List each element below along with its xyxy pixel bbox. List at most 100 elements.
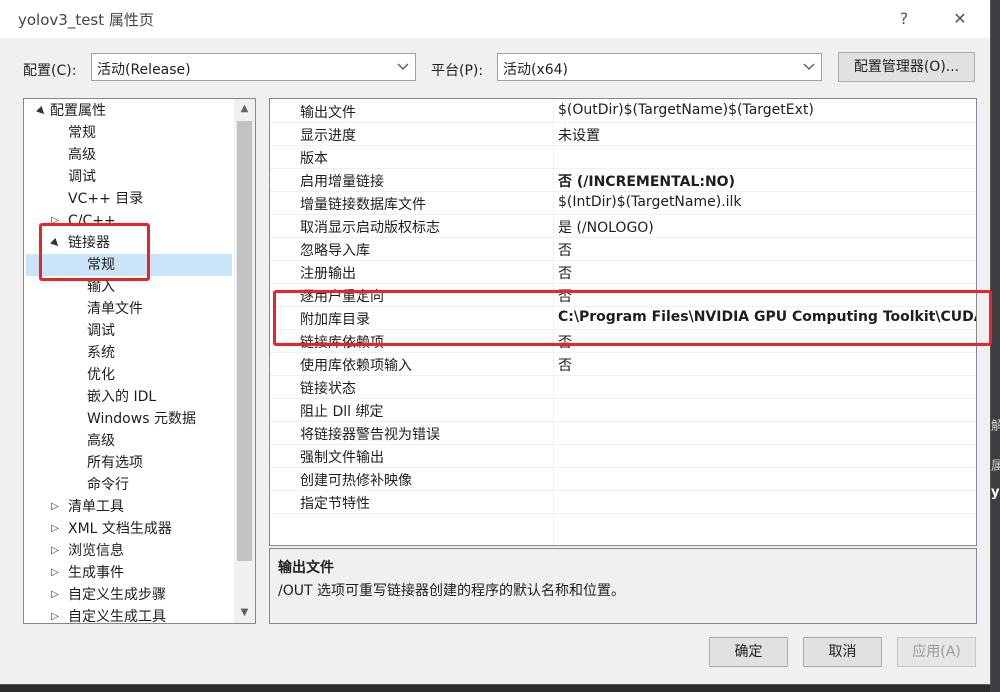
cancel-button[interactable]: 取消 [803, 637, 882, 667]
config-label: 配置(C): [23, 63, 77, 79]
tree-item-label: VC++ 目录 [68, 191, 144, 207]
property-row[interactable]: 创建可热修补映像 [270, 467, 976, 491]
property-name: 使用库依赖项输入 [300, 358, 412, 374]
property-name: 创建可热修补映像 [300, 473, 412, 489]
tree-item-label: 高级 [87, 433, 115, 449]
collapse-arrow-icon[interactable]: ▲ [42, 230, 67, 255]
expand-arrow-icon[interactable]: ▷ [48, 562, 62, 584]
expand-arrow-icon[interactable]: ▷ [48, 584, 62, 606]
tree-item-label: 高级 [68, 147, 96, 163]
property-tree: ▲ 配置属性 常规 高级 调试 VC++ 目录 ▷ C/C++ ▲ 链接器 常规 输入 清单文件 调试 系统… [23, 98, 256, 624]
property-row[interactable]: 强制文件输出 [270, 444, 976, 468]
property-grid: 输出文件 $(OutDir)$(TargetName)$(TargetExt) 显示… [269, 98, 977, 546]
tree-item-label: XML 文档生成器 [68, 521, 172, 537]
tree-item-label: 生成事件 [68, 565, 124, 581]
config-manager-button[interactable]: 配置管理器(O)... [838, 52, 975, 82]
property-row[interactable]: 注册输出 否 [270, 260, 976, 284]
platform-select[interactable]: 活动(x64) [497, 53, 822, 81]
property-row[interactable]: 使用库依赖项输入 否 [270, 352, 976, 376]
tree-item-label: 自定义生成工具 [68, 609, 166, 624]
description-text: /OUT 选项可重写链接器创建的程序的默认名称和位置。 [278, 583, 625, 599]
chevron-down-icon [397, 56, 409, 81]
property-name: 链接状态 [300, 381, 356, 397]
config-value: 活动(Release) [97, 62, 191, 78]
background-ide-text: 属 [991, 459, 1000, 474]
scroll-thumb[interactable] [237, 121, 252, 561]
tree-item-label: 系统 [87, 345, 115, 361]
tree-item-label: 调试 [87, 323, 115, 339]
property-name: 版本 [300, 151, 328, 167]
property-row[interactable]: 显示进度 未设置 [270, 122, 976, 146]
property-row[interactable]: 取消显示启动版权标志 是 (/NOLOGO) [270, 214, 976, 238]
platform-value: 活动(x64) [503, 62, 569, 78]
tree-item-label: 命令行 [87, 477, 129, 493]
chevron-down-icon [803, 56, 815, 81]
tree-item[interactable]: 常规 [26, 254, 232, 276]
property-value[interactable]: C:\Program Files\NVIDIA GPU Computing To… [558, 309, 976, 325]
property-value[interactable]: 否 [558, 240, 572, 260]
tree-item-label: 所有选项 [87, 455, 143, 471]
property-row[interactable]: 忽略导入库 否 [270, 237, 976, 261]
property-name: 附加库目录 [300, 312, 370, 328]
tree-item-label: 清单文件 [87, 301, 143, 317]
background-ide-edge [990, 0, 1000, 692]
tree-item-label: 配置属性 [50, 103, 106, 119]
tree-item-label: 清单工具 [68, 499, 124, 515]
expand-arrow-icon[interactable]: ▷ [48, 606, 62, 623]
property-pages-dialog: yolov3_test 属性页 ? ✕ 配置(C): 活动(Release) 平… [0, 0, 992, 685]
property-name: 将链接器警告视为错误 [300, 427, 440, 443]
property-row[interactable]: 增量链接数据库文件 $(IntDir)$(TargetName).ilk [270, 191, 976, 215]
property-value[interactable]: $(IntDir)$(TargetName).ilk [558, 194, 742, 210]
tree-item-label: 输入 [87, 279, 115, 295]
property-name: 忽略导入库 [300, 243, 370, 259]
expand-arrow-icon[interactable]: ▷ [48, 210, 62, 232]
property-name: 显示进度 [300, 128, 356, 144]
property-name: 阻止 Dll 绑定 [300, 404, 384, 420]
property-row[interactable]: 输出文件 $(OutDir)$(TargetName)$(TargetExt) [270, 99, 976, 123]
property-value[interactable]: 否 [558, 332, 572, 352]
tree-item-label: C/C++ [68, 213, 116, 229]
close-icon[interactable]: ✕ [944, 6, 976, 32]
expand-arrow-icon[interactable]: ▷ [48, 496, 62, 518]
property-row[interactable]: 附加库目录 C:\Program Files\NVIDIA GPU Computi… [270, 306, 976, 330]
config-select[interactable]: 活动(Release) [91, 53, 416, 81]
apply-button[interactable]: 应用(A) [897, 637, 976, 667]
property-value[interactable]: 否 [558, 355, 572, 375]
property-row[interactable]: 阻止 Dll 绑定 [270, 398, 976, 422]
tree-item-label: 常规 [87, 257, 115, 273]
property-name: 逐用户重定向 [300, 289, 384, 305]
property-row[interactable]: 链接库依赖项 否 [270, 329, 976, 353]
property-name: 指定节特性 [300, 496, 370, 512]
scroll-up-icon[interactable]: ▲ [234, 99, 255, 119]
property-row[interactable]: 启用增量链接 否 (/INCREMENTAL:NO) [270, 168, 976, 192]
property-value[interactable]: 否 (/INCREMENTAL:NO) [558, 171, 735, 191]
property-row[interactable]: 链接状态 [270, 375, 976, 399]
window-title: yolov3_test 属性页 [18, 11, 154, 29]
property-name: 取消显示启动版权标志 [300, 220, 440, 236]
tree-item-label: 链接器 [68, 235, 110, 251]
property-name: 启用增量链接 [300, 174, 384, 190]
tree-item-label: 自定义生成步骤 [68, 587, 166, 603]
property-value[interactable]: $(OutDir)$(TargetName)$(TargetExt) [558, 102, 814, 118]
tree-item-label: 嵌入的 IDL [87, 389, 157, 405]
property-name: 强制文件输出 [300, 450, 384, 466]
background-ide-text: 解 [991, 419, 1000, 434]
tree-scrollbar[interactable]: ▲ ▼ [234, 99, 255, 623]
property-value[interactable]: 否 [558, 286, 572, 306]
help-icon[interactable]: ? [888, 6, 920, 32]
property-name: 增量链接数据库文件 [300, 197, 426, 213]
property-row[interactable]: 版本 [270, 145, 976, 169]
property-value[interactable]: 未设置 [558, 125, 600, 145]
ok-button[interactable]: 确定 [709, 637, 788, 667]
scroll-down-icon[interactable]: ▼ [234, 603, 255, 623]
property-value[interactable]: 否 [558, 263, 572, 283]
property-name: 链接库依赖项 [300, 335, 384, 351]
expand-arrow-icon[interactable]: ▷ [48, 540, 62, 562]
property-row[interactable]: 将链接器警告视为错误 [270, 421, 976, 445]
expand-arrow-icon[interactable]: ▷ [48, 518, 62, 540]
tree-item-label: 调试 [68, 169, 96, 185]
property-row[interactable]: 逐用户重定向 否 [270, 283, 976, 307]
property-value[interactable]: 是 (/NOLOGO) [558, 217, 654, 237]
tree-item-label: Windows 元数据 [87, 411, 196, 427]
property-row[interactable]: 指定节特性 [270, 490, 976, 514]
